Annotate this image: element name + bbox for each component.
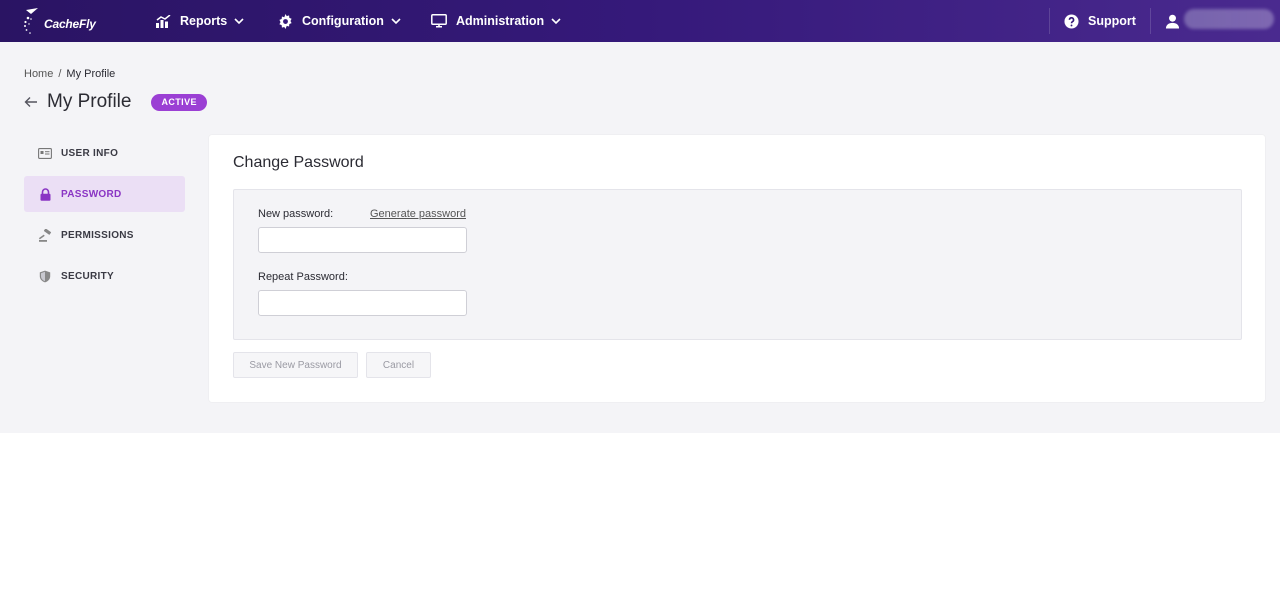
chevron-down-icon — [551, 16, 561, 26]
page-title: My Profile — [47, 91, 132, 112]
chevron-down-icon — [234, 16, 244, 26]
nav-administration-label: Administration — [456, 14, 545, 28]
top-navigation-bar: CacheFly Reports Configuration Administr… — [0, 0, 1280, 42]
sidebar-item-label: SECURITY — [61, 270, 114, 282]
user-icon — [1164, 13, 1180, 29]
breadcrumb-separator: / — [58, 68, 62, 80]
help-icon — [1063, 13, 1079, 29]
repeat-password-label: Repeat Password: — [258, 271, 348, 283]
sidebar-item-password[interactable]: PASSWORD — [24, 176, 185, 212]
title-row: My Profile ACTIVE — [24, 91, 207, 113]
gavel-icon — [38, 228, 52, 242]
lock-icon — [38, 187, 52, 201]
shield-icon — [38, 269, 52, 283]
new-password-input[interactable] — [258, 227, 467, 253]
gear-icon — [277, 13, 293, 29]
id-card-icon — [38, 146, 52, 160]
logo-text: CacheFly — [44, 17, 96, 31]
page-content: Home / My Profile My Profile ACTIVE USER… — [0, 42, 1280, 433]
nav-support[interactable]: Support — [1063, 0, 1136, 42]
monitor-icon — [431, 13, 447, 29]
sidebar-item-permissions[interactable]: PERMISSIONS — [24, 217, 185, 253]
breadcrumb-current: My Profile — [66, 68, 116, 80]
bar-chart-icon — [155, 13, 171, 29]
sidebar-item-user-info[interactable]: USER INFO — [24, 135, 185, 171]
breadcrumb: Home / My Profile — [24, 68, 115, 80]
nav-reports-label: Reports — [180, 14, 228, 28]
nav-reports[interactable]: Reports — [155, 0, 244, 42]
nav-divider — [1150, 8, 1151, 34]
password-form: New password: Generate password Repeat P… — [233, 189, 1242, 340]
breadcrumb-home[interactable]: Home — [24, 68, 53, 80]
back-arrow-icon[interactable] — [24, 94, 40, 110]
sidebar-item-label: PERMISSIONS — [61, 229, 134, 241]
nav-administration[interactable]: Administration — [431, 0, 561, 42]
user-name-redacted[interactable] — [1184, 9, 1274, 29]
new-password-label: New password: — [258, 208, 334, 220]
sidebar-item-label: USER INFO — [61, 147, 119, 159]
nav-support-label: Support — [1088, 14, 1136, 28]
cachefly-logo[interactable]: CacheFly — [22, 5, 96, 37]
card-title: Change Password — [233, 154, 364, 171]
status-badge: ACTIVE — [151, 93, 207, 111]
cancel-button[interactable]: Cancel — [366, 352, 431, 378]
change-password-card: Change Password New password: Generate p… — [209, 135, 1265, 402]
save-new-password-button[interactable]: Save New Password — [233, 352, 358, 378]
profile-sidebar: USER INFO PASSWORD PERMISSIONS SECURITY — [24, 135, 185, 299]
sidebar-item-label: PASSWORD — [61, 188, 122, 200]
cachefly-logo-icon — [24, 8, 38, 34]
sidebar-item-security[interactable]: SECURITY — [24, 258, 185, 294]
nav-configuration-label: Configuration — [302, 14, 384, 28]
nav-divider — [1049, 8, 1050, 34]
nav-configuration[interactable]: Configuration — [277, 0, 401, 42]
chevron-down-icon — [391, 16, 401, 26]
repeat-password-input[interactable] — [258, 290, 467, 316]
generate-password-link[interactable]: Generate password — [370, 208, 466, 220]
